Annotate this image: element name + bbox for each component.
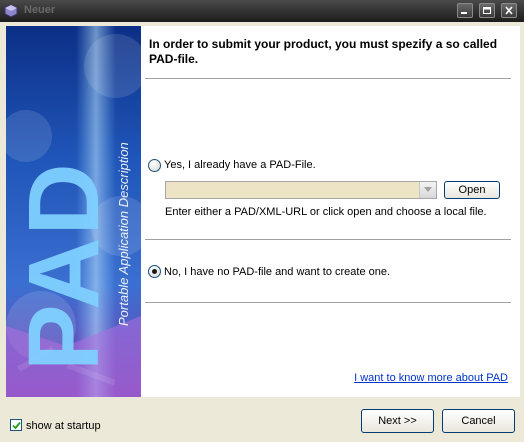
minimize-icon [461,12,467,14]
content-panel: In order to submit your product, you mus… [141,26,520,397]
hint-text: Enter either a PAD/XML-URL or click open… [165,206,487,218]
checkmark-icon [12,421,21,430]
minimize-button[interactable] [457,3,473,18]
option-no-label[interactable]: No, I have no PAD-file and want to creat… [164,266,390,278]
separator [145,78,511,80]
pad-wizard-window: Neuer PAD Portable Application Descripti… [0,0,524,442]
maximize-button[interactable] [479,3,495,18]
pad-banner-image: PAD Portable Application Description [6,26,141,397]
cancel-button[interactable]: Cancel [442,409,515,433]
separator [145,239,511,241]
separator [145,302,511,304]
pad-url-combobox[interactable] [165,181,437,199]
chevron-down-icon [424,187,432,192]
learn-more-link[interactable]: I want to know more about PAD [354,372,508,384]
show-at-startup-label[interactable]: show at startup [26,420,101,432]
pad-subtitle-text: Portable Application Description [116,142,131,326]
option-no-radio[interactable] [148,265,161,278]
maximize-icon [483,7,491,14]
option-yes-label[interactable]: Yes, I already have a PAD-File. [164,159,316,171]
pad-logo-text: PAD [8,161,120,371]
pad-banner-art: PAD Portable Application Description [6,26,141,397]
next-button[interactable]: Next >> [361,409,434,433]
title-bar[interactable]: Neuer [0,0,524,22]
close-button[interactable] [501,3,517,18]
footer-bar: show at startup Next >> Cancel [0,397,524,442]
show-at-startup-checkbox[interactable] [10,419,22,431]
close-icon [505,6,513,15]
page-heading: In order to submit your product, you mus… [149,37,498,66]
open-button[interactable]: Open [444,181,500,199]
window-title: Neuer [24,4,56,16]
app-icon [4,4,18,18]
combobox-dropdown-button[interactable] [419,182,436,198]
option-yes-radio[interactable] [148,159,161,172]
